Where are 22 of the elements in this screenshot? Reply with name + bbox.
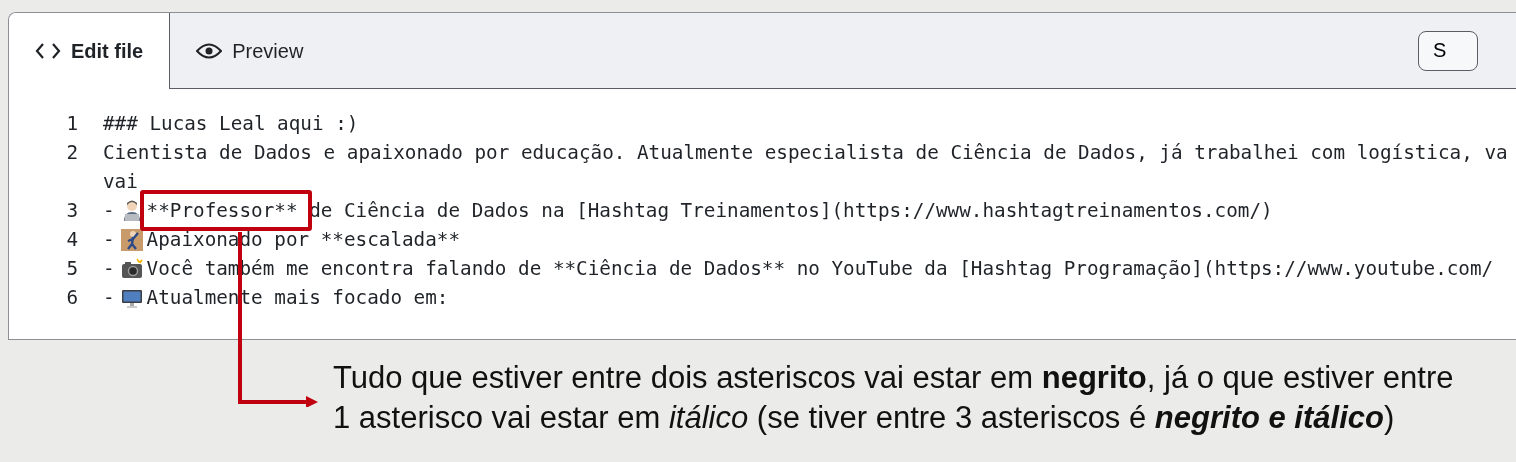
line-number: 3 <box>65 198 79 224</box>
line-number: 2 <box>65 140 79 166</box>
line-number: 1 <box>65 111 79 137</box>
eye-icon <box>196 42 223 60</box>
editor-tab[interactable]: Edit file <box>9 13 171 89</box>
line-number: 4 <box>65 227 79 253</box>
code-text: ### Lucas Leal aqui :) <box>103 111 359 137</box>
line-number: 5 <box>65 256 79 282</box>
code-text: - <box>103 285 115 311</box>
code-text: Cientista de Dados e apaixonado por educação. Atualmente especialista de Ciência de Dados, já trabalhei com logística, va <box>103 140 1508 166</box>
code-text: - <box>103 256 115 282</box>
code-text: - <box>103 198 115 224</box>
climber-icon <box>120 228 143 251</box>
camera-icon <box>120 257 143 280</box>
line-number: 6 <box>65 285 79 311</box>
toolbar-button[interactable]: S <box>1418 30 1478 71</box>
annotation-text: Tudo que estiver entre dois asteriscos vai estar em negrito, já o que estiver entre 1 asterisco vai estar em itálico (se tiver entre 3 asteriscos é negrito e itálico) <box>333 359 1455 437</box>
code-text: **Professor** <box>146 199 298 222</box>
code-icon <box>35 42 61 60</box>
code-text: vai <box>103 169 139 195</box>
code-text: - <box>103 227 115 253</box>
editor-tab[interactable]: Preview <box>170 13 330 89</box>
